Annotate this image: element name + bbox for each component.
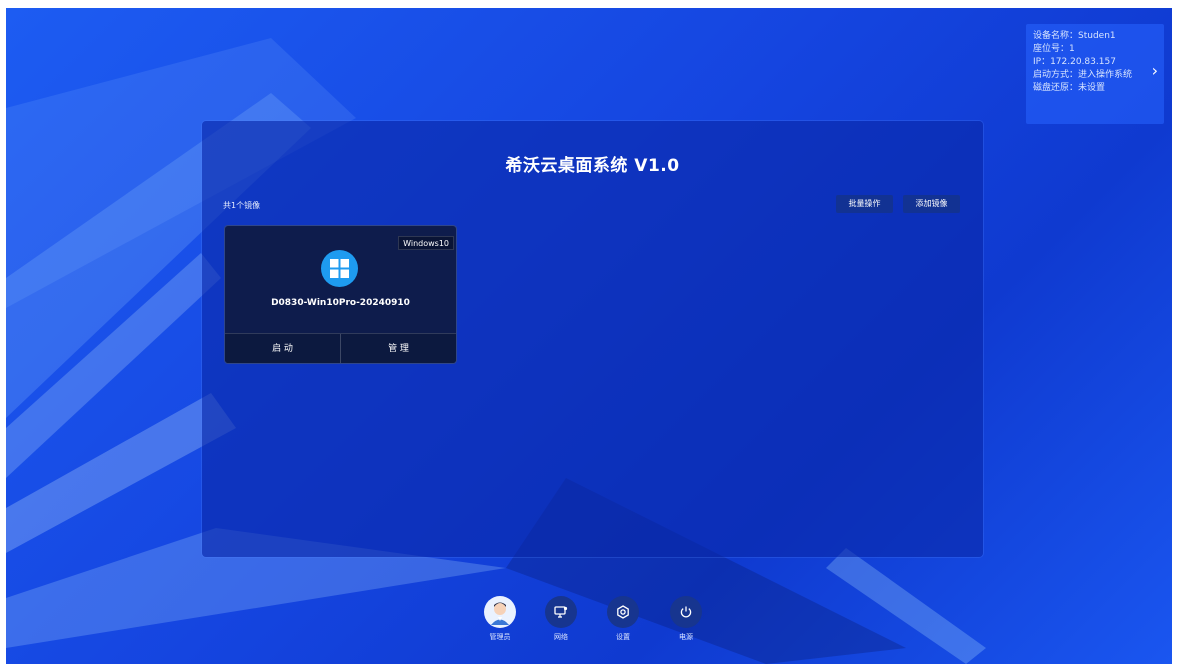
- gear-icon: [607, 596, 639, 628]
- image-count-label: 共1个镜像: [223, 201, 261, 210]
- chevron-right-icon[interactable]: ›: [1152, 63, 1158, 79]
- add-image-button[interactable]: 添加镜像: [903, 195, 960, 213]
- device-name: 设备名称：Studen1: [1033, 31, 1116, 41]
- dock-label-settings: 设置: [616, 633, 630, 641]
- network-icon: [545, 596, 577, 628]
- image-name: D0830-Win10Pro-20240910: [271, 298, 410, 308]
- image-manager-panel: 希沃云桌面系统 V1.0 共1个镜像 批量操作 添加镜像 Windows10 D…: [202, 121, 983, 557]
- seat-number: 座位号：1: [1033, 44, 1075, 54]
- dock-label-admin: 管理员: [489, 633, 511, 641]
- boot-mode: 启动方式：进入操作系统: [1033, 70, 1133, 80]
- dock-item-settings[interactable]: 设置: [605, 596, 641, 642]
- image-card[interactable]: Windows10 D0830-Win10Pro-20240910 启 动 管 …: [224, 225, 457, 364]
- os-tag: Windows10: [398, 236, 454, 250]
- disk-restore: 磁盘还原：未设置: [1033, 83, 1106, 93]
- manage-button[interactable]: 管 理: [340, 334, 456, 363]
- avatar: [484, 596, 516, 628]
- page-title: 希沃云桌面系统 V1.0: [505, 156, 680, 176]
- start-button[interactable]: 启 动: [225, 334, 340, 363]
- dock-item-power[interactable]: 电源: [668, 596, 704, 642]
- dock-label-network: 网络: [554, 633, 568, 641]
- desktop-screen: 设备名称：Studen1 座位号：1 IP：172.20.83.157 启动方式…: [6, 8, 1172, 664]
- batch-operation-button[interactable]: 批量操作: [836, 195, 893, 213]
- card-actions: 启 动 管 理: [225, 333, 456, 363]
- windows-logo-icon: [321, 250, 358, 287]
- power-icon: [670, 596, 702, 628]
- ip-address: IP：172.20.83.157: [1033, 57, 1116, 67]
- device-info-panel: 设备名称：Studen1 座位号：1 IP：172.20.83.157 启动方式…: [1026, 24, 1164, 124]
- dock-item-network[interactable]: 网络: [543, 596, 579, 642]
- bottom-dock: 管理员 网络 设置 电源: [6, 596, 1172, 656]
- dock-item-admin[interactable]: 管理员: [482, 596, 518, 642]
- dock-label-power: 电源: [679, 633, 693, 641]
